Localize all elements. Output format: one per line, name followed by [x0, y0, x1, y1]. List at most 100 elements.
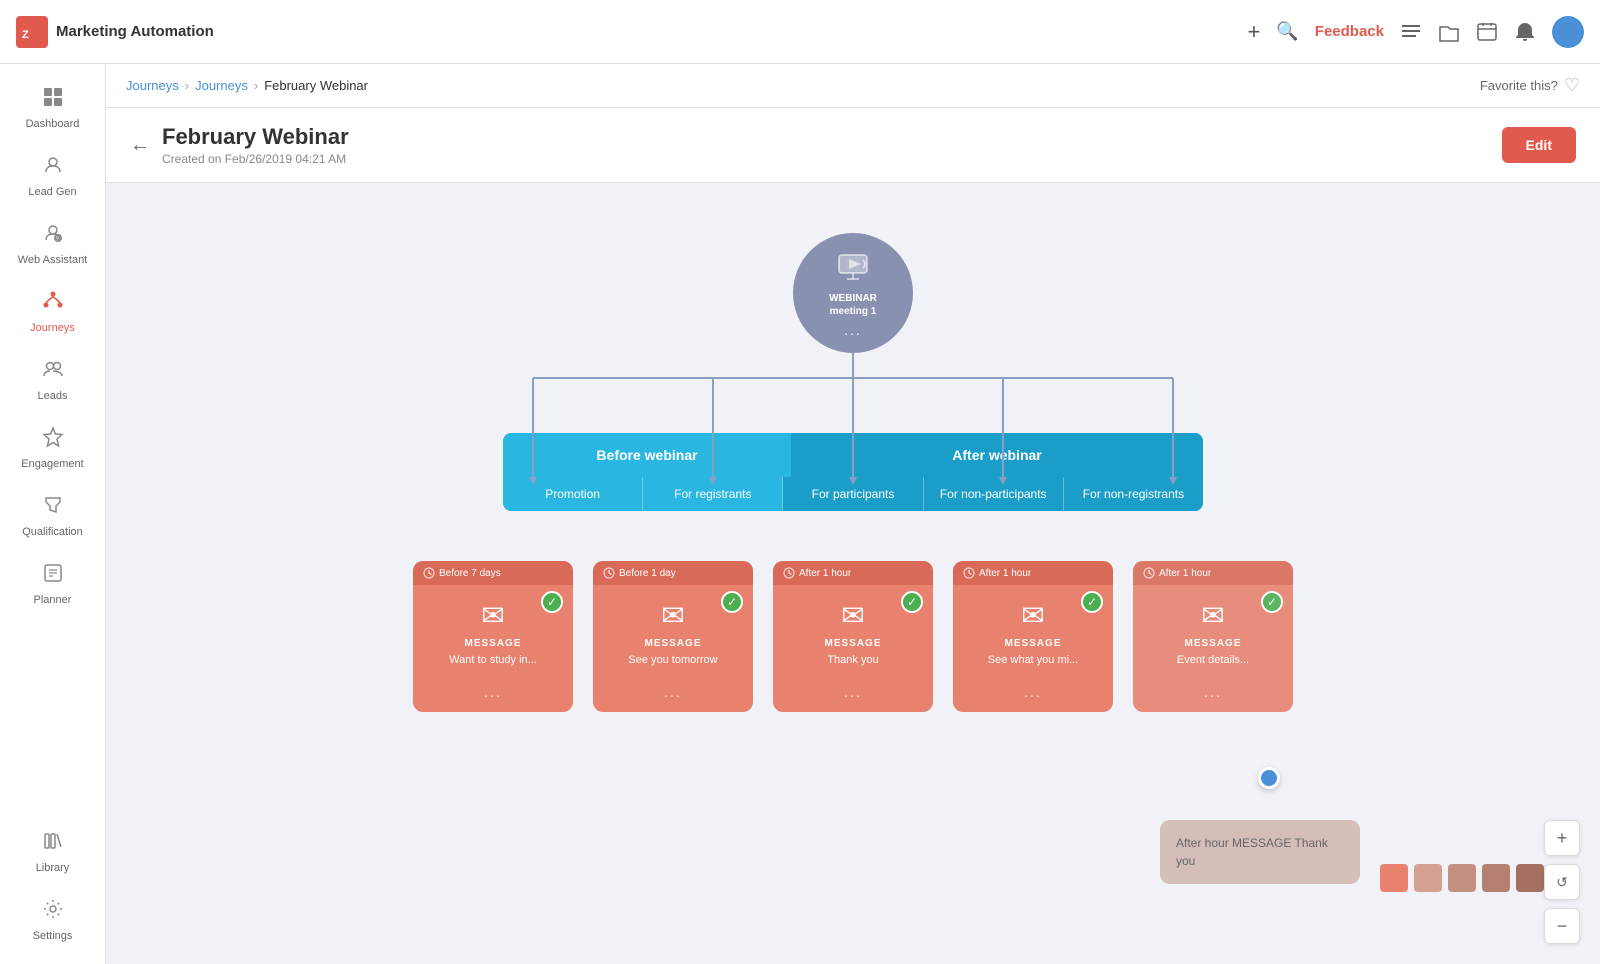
- zoom-controls: + ↺ −: [1544, 820, 1580, 944]
- swatch-2[interactable]: [1448, 864, 1476, 892]
- user-avatar[interactable]: [1552, 16, 1584, 48]
- branch-sub-non-participants[interactable]: For non-participants: [924, 477, 1064, 511]
- color-swatches: [1380, 864, 1544, 892]
- webinar-icon: [835, 249, 871, 285]
- message-card-1[interactable]: Before 1 day ✉ MESSAGE See you tomorrow …: [593, 561, 753, 712]
- clock-icon-0: [423, 567, 435, 579]
- app-title: Marketing Automation: [56, 23, 214, 40]
- message-card-0[interactable]: Before 7 days ✉ MESSAGE Want to study in…: [413, 561, 573, 712]
- main-layout: Dashboard Lead Gen ? Web Assistant: [0, 64, 1600, 964]
- planner-icon: [42, 562, 64, 590]
- sidebar-item-qualification[interactable]: Qualification: [8, 484, 98, 548]
- check-badge-3: ✓: [1081, 591, 1103, 613]
- message-card-3[interactable]: After 1 hour ✉ MESSAGE See what you mi..…: [953, 561, 1113, 712]
- journeys-icon: [42, 290, 64, 318]
- branch-sub-promotion[interactable]: Promotion: [503, 477, 643, 511]
- edit-button[interactable]: Edit: [1502, 127, 1576, 163]
- sidebar-label-lead-gen: Lead Gen: [28, 186, 76, 198]
- page-subtitle: Created on Feb/26/2019 04:21 AM: [162, 152, 1502, 166]
- folder-icon[interactable]: [1438, 21, 1460, 43]
- message-card-2[interactable]: After 1 hour ✉ MESSAGE Thank you ... ✓: [773, 561, 933, 712]
- sidebar-label-settings: Settings: [33, 930, 73, 942]
- clock-icon-1: [603, 567, 615, 579]
- breadcrumb-current: February Webinar: [264, 78, 368, 93]
- sidebar-item-settings[interactable]: Settings: [8, 888, 98, 952]
- breadcrumb-journeys-2[interactable]: Journeys: [195, 78, 248, 93]
- sidebar-item-web-assistant[interactable]: ? Web Assistant: [8, 212, 98, 276]
- svg-text:Z: Z: [22, 29, 29, 41]
- sidebar-item-library[interactable]: Library: [8, 820, 98, 884]
- library-icon: [42, 830, 64, 858]
- feedback-button[interactable]: Feedback: [1315, 23, 1384, 40]
- sidebar-label-library: Library: [36, 862, 70, 874]
- sidebar-label-engagement: Engagement: [21, 458, 83, 470]
- branch-header-after: After webinar: [791, 433, 1203, 477]
- lead-gen-icon: [42, 154, 64, 182]
- sidebar-item-engagement[interactable]: Engagement: [8, 416, 98, 480]
- swatch-4[interactable]: [1516, 864, 1544, 892]
- tooltip-card: After hour MESSAGE Thank you: [1160, 820, 1360, 884]
- search-button[interactable]: 🔍: [1276, 21, 1298, 42]
- page-title: February Webinar: [162, 124, 1502, 150]
- canvas-inner: WEBINAR meeting 1 ... Before webinar Aft…: [136, 213, 1570, 913]
- zoho-logo-icon: Z: [16, 16, 48, 48]
- favorite-button[interactable]: Favorite this? ♡: [1480, 75, 1580, 96]
- message-card-2-timer: After 1 hour: [773, 561, 933, 585]
- message-card-4-timer: After 1 hour: [1133, 561, 1293, 585]
- breadcrumb-sep-1: ›: [185, 78, 189, 93]
- sidebar-label-planner: Planner: [34, 594, 72, 606]
- check-badge-4: ✓: [1261, 591, 1283, 613]
- swatch-3[interactable]: [1482, 864, 1510, 892]
- message-card-0-timer: Before 7 days: [413, 561, 573, 585]
- webinar-node-label: WEBINAR meeting 1: [829, 292, 877, 318]
- webinar-node[interactable]: WEBINAR meeting 1 ...: [793, 233, 913, 353]
- sidebar-item-leads[interactable]: Leads: [8, 348, 98, 412]
- clock-icon-2: [783, 567, 795, 579]
- content-area: Journeys › Journeys › February Webinar F…: [106, 64, 1600, 964]
- qualification-icon: [42, 494, 64, 522]
- clock-icon-4: [1143, 567, 1155, 579]
- branch-sub-row: Promotion For registrants For participan…: [503, 477, 1203, 511]
- sidebar-label-journeys: Journeys: [30, 322, 75, 334]
- sidebar: Dashboard Lead Gen ? Web Assistant: [0, 64, 106, 964]
- branch-sub-registrants[interactable]: For registrants: [643, 477, 783, 511]
- swatch-0[interactable]: [1380, 864, 1408, 892]
- page-title-section: February Webinar Created on Feb/26/2019 …: [162, 124, 1502, 166]
- calendar-icon[interactable]: [1476, 21, 1498, 43]
- message-cards-row: Before 7 days ✉ MESSAGE Want to study in…: [413, 561, 1293, 712]
- breadcrumb-journeys-1[interactable]: Journeys: [126, 78, 179, 93]
- heart-icon: ♡: [1564, 75, 1580, 96]
- swatch-1[interactable]: [1414, 864, 1442, 892]
- branch-sub-non-registrants[interactable]: For non-registrants: [1064, 477, 1203, 511]
- add-button[interactable]: +: [1248, 19, 1261, 45]
- clock-icon-3: [963, 567, 975, 579]
- back-button[interactable]: ←: [130, 134, 150, 157]
- app-logo: Z Marketing Automation: [16, 16, 1248, 48]
- message-card-1-timer: Before 1 day: [593, 561, 753, 585]
- check-badge-0: ✓: [541, 591, 563, 613]
- list-icon[interactable]: [1400, 21, 1422, 43]
- leads-icon: [42, 358, 64, 386]
- web-assistant-icon: ?: [42, 222, 64, 250]
- topbar-actions: + 🔍 Feedback: [1248, 16, 1584, 48]
- sidebar-item-dashboard[interactable]: Dashboard: [8, 76, 98, 140]
- webinar-node-icon: [835, 249, 871, 292]
- sidebar-item-planner[interactable]: Planner: [8, 552, 98, 616]
- zoom-in-button[interactable]: +: [1544, 820, 1580, 856]
- branch-header-row: Before webinar After webinar: [503, 433, 1203, 477]
- bell-icon[interactable]: [1514, 21, 1536, 43]
- zoom-out-button[interactable]: −: [1544, 908, 1580, 944]
- breadcrumb-sep-2: ›: [254, 78, 258, 93]
- sidebar-item-lead-gen[interactable]: Lead Gen: [8, 144, 98, 208]
- journey-canvas: WEBINAR meeting 1 ... Before webinar Aft…: [106, 183, 1600, 964]
- breadcrumb: Journeys › Journeys › February Webinar: [126, 78, 1480, 93]
- check-badge-1: ✓: [721, 591, 743, 613]
- message-card-4[interactable]: After 1 hour ✉ MESSAGE Event details... …: [1133, 561, 1293, 712]
- sidebar-label-leads: Leads: [38, 390, 68, 402]
- drag-circle[interactable]: [1258, 767, 1280, 789]
- zoom-reset-button[interactable]: ↺: [1544, 864, 1580, 900]
- breadcrumb-bar: Journeys › Journeys › February Webinar F…: [106, 64, 1600, 108]
- sidebar-item-journeys[interactable]: Journeys: [8, 280, 98, 344]
- sidebar-label-web-assistant: Web Assistant: [18, 254, 88, 266]
- branch-sub-participants[interactable]: For participants: [783, 477, 923, 511]
